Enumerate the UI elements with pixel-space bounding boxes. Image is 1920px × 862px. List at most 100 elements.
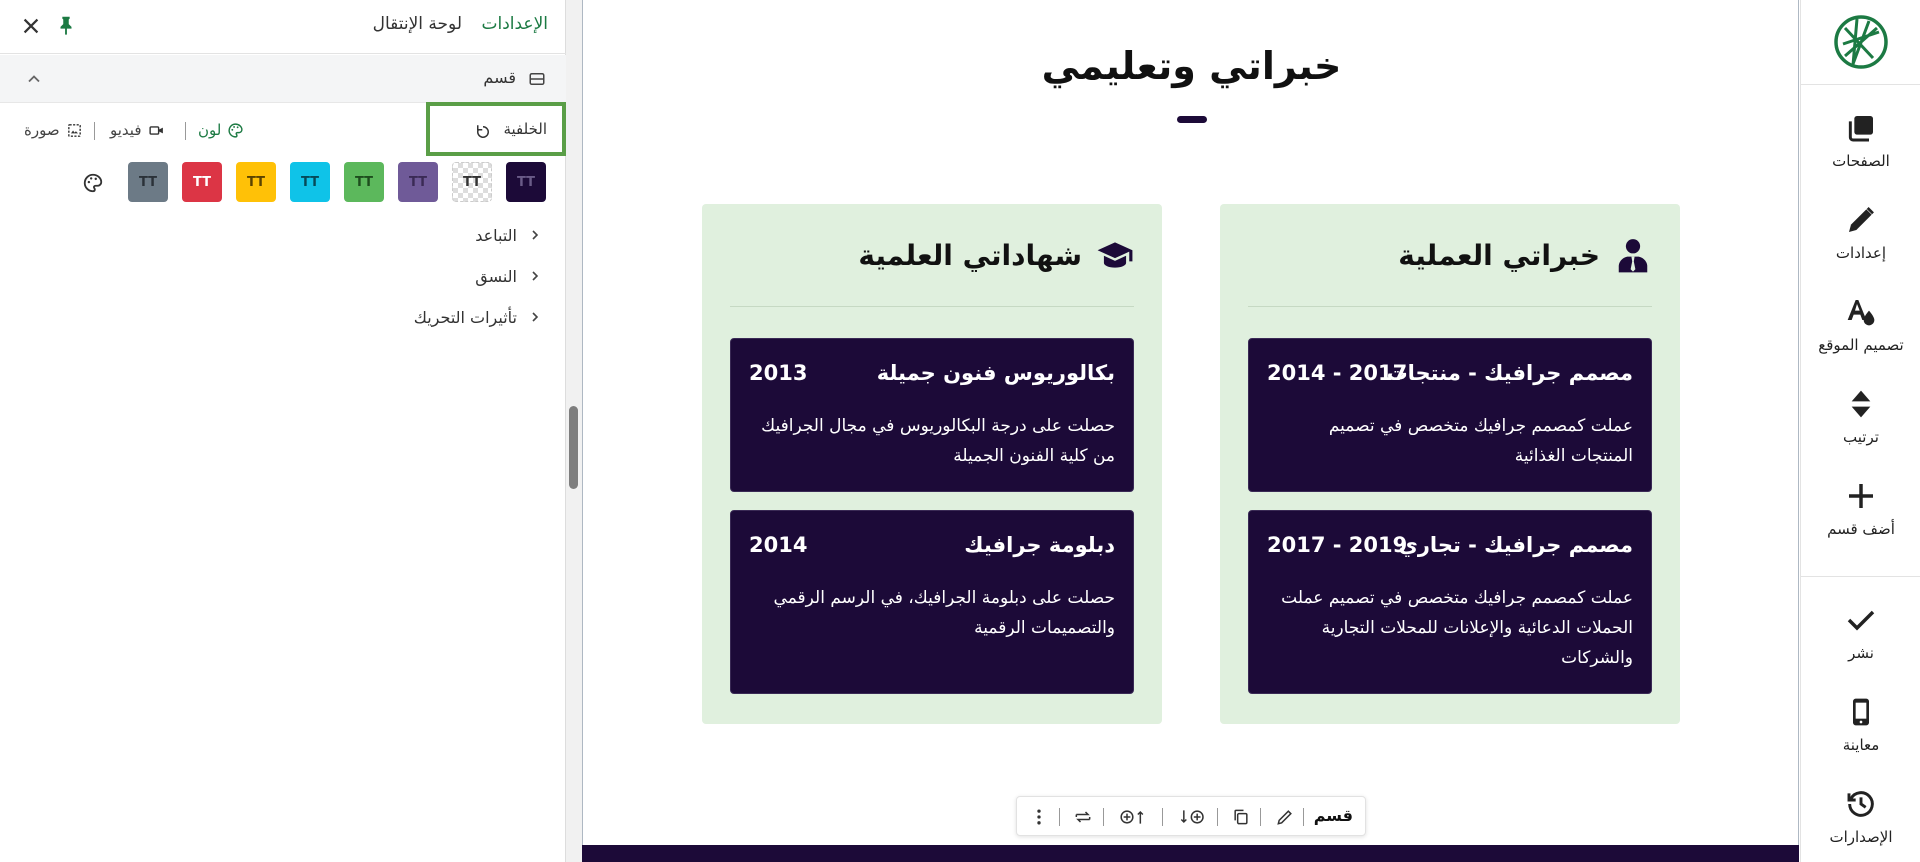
color-option-label: لون xyxy=(198,121,222,139)
sidebar-item-label: أضف قسم xyxy=(1827,520,1895,538)
card-title: مصمم جرافيك - تجاري xyxy=(1398,533,1633,557)
swatch-text: TT xyxy=(192,174,212,190)
page-title[interactable]: خبراتي وتعليمي xyxy=(583,44,1800,88)
swatch-transparent[interactable]: TT xyxy=(452,162,492,202)
title-underline xyxy=(1177,116,1207,123)
accordion-style[interactable]: النسق xyxy=(475,262,543,290)
experience-column[interactable]: خبراتي العملية مصمم جرافيك - منتجات 2017… xyxy=(1220,204,1680,724)
site-design-icon xyxy=(1847,300,1875,326)
image-option[interactable]: صورة xyxy=(24,121,83,139)
card-year: 2017 - 2014 xyxy=(1267,361,1408,385)
section-icon xyxy=(529,73,545,85)
swatch-green[interactable]: TT xyxy=(344,162,384,202)
graduation-cap-icon xyxy=(1097,242,1133,268)
card-title: دبلومة جرافيك xyxy=(964,533,1115,557)
check-icon xyxy=(1847,610,1875,631)
close-icon[interactable] xyxy=(20,15,42,37)
image-option-label: صورة xyxy=(24,121,60,139)
swatch-gray[interactable]: TT xyxy=(128,162,168,202)
sidebar-item-label: تصميم الموقع xyxy=(1818,336,1904,354)
section-header[interactable]: قسم xyxy=(0,55,566,103)
divider xyxy=(1162,808,1163,826)
swatch-red[interactable]: TT xyxy=(182,162,222,202)
add-above-icon[interactable] xyxy=(1117,807,1147,827)
accordion-style-label: النسق xyxy=(475,266,517,286)
tab-navigation[interactable]: لوحة الإنتقال xyxy=(373,14,462,34)
user-tie-icon xyxy=(1618,239,1648,273)
sidebar-item-label: ترتيب xyxy=(1843,428,1879,446)
video-icon xyxy=(148,125,163,135)
divider xyxy=(1248,306,1652,307)
pin-icon[interactable] xyxy=(55,14,77,36)
experience-card[interactable]: مصمم جرافيك - تجاري 2019 - 2017 عملت كمص… xyxy=(1248,510,1652,694)
card-description: حصلت على دبلومة الجرافيك، في الرسم الرقم… xyxy=(773,588,1115,638)
add-below-icon[interactable] xyxy=(1179,807,1207,827)
sidebar-item-pages[interactable]: الصفحات xyxy=(1801,112,1920,192)
sidebar-item-label: الإصدارات xyxy=(1829,828,1893,846)
tab-settings[interactable]: الإعدادات xyxy=(481,14,548,34)
card-year: 2013 xyxy=(749,361,808,385)
toolbar-section-label: قسم xyxy=(1313,806,1353,825)
education-heading: شهاداتي العلمية xyxy=(858,236,1134,274)
accordion-spacing[interactable]: التباعد xyxy=(475,221,543,249)
section-toolbar: قسم xyxy=(1016,796,1366,836)
color-option[interactable]: لون xyxy=(198,121,244,139)
divider xyxy=(1217,808,1218,826)
swatch-yellow[interactable]: TT xyxy=(236,162,276,202)
pages-icon xyxy=(1848,116,1873,142)
swap-icon[interactable] xyxy=(1073,807,1093,827)
swatch-text: TT xyxy=(354,174,374,190)
card-year: 2014 xyxy=(749,533,808,557)
education-card[interactable]: دبلومة جرافيك 2014 حصلت على دبلومة الجرا… xyxy=(730,510,1134,694)
reset-icon[interactable] xyxy=(474,123,492,141)
experience-heading-text: خبراتي العملية xyxy=(1398,238,1600,272)
panel-scrollbar-thumb[interactable] xyxy=(569,406,578,489)
sidebar-item-site-design[interactable]: تصميم الموقع xyxy=(1801,296,1920,376)
sidebar-item-settings[interactable]: إعدادات xyxy=(1801,204,1920,284)
swatch-text: TT xyxy=(462,174,482,190)
duplicate-icon[interactable] xyxy=(1231,807,1251,827)
card-description: حصلت على درجة البكالوريوس في مجال الجراف… xyxy=(761,416,1115,466)
section-title: قسم xyxy=(483,68,516,87)
experience-card[interactable]: مصمم جرافيك - منتجات 2017 - 2014 عملت كم… xyxy=(1248,338,1652,492)
experience-heading: خبراتي العملية xyxy=(1398,236,1652,274)
divider xyxy=(1303,808,1304,826)
image-icon xyxy=(67,123,81,137)
swatch-text: TT xyxy=(246,174,266,190)
swatch-cyan[interactable]: TT xyxy=(290,162,330,202)
sidebar-item-versions[interactable]: الإصدارات xyxy=(1801,788,1920,862)
custom-color-icon[interactable] xyxy=(82,172,104,194)
sidebar-item-preview[interactable]: معاينة xyxy=(1801,696,1920,776)
swatch-text: TT xyxy=(300,174,320,190)
card-description: عملت كمصمم جرافيك متخصص في تصميم المنتجا… xyxy=(1328,416,1633,466)
accordion-spacing-label: التباعد xyxy=(475,225,517,245)
pencil-icon xyxy=(1849,207,1874,232)
panel-header: الإعدادات لوحة الإنتقال xyxy=(0,0,566,54)
education-column[interactable]: شهاداتي العلمية بكالوريوس فنون جميلة 201… xyxy=(702,204,1162,724)
swatch-text: TT xyxy=(138,174,158,190)
sidebar-item-add-section[interactable]: أضف قسم xyxy=(1801,480,1920,560)
sidebar-item-reorder[interactable]: ترتيب xyxy=(1801,388,1920,468)
accordion-animations[interactable]: تأثيرات التحريك xyxy=(414,303,543,331)
swatch-dark[interactable]: TT xyxy=(506,162,546,202)
card-title: مصمم جرافيك - منتجات xyxy=(1386,361,1633,385)
edit-icon[interactable] xyxy=(1275,807,1295,827)
palette-icon xyxy=(228,122,243,138)
background-label: الخلفية xyxy=(503,120,547,138)
divider xyxy=(1103,808,1104,826)
sidebar-item-publish[interactable]: نشر xyxy=(1801,604,1920,684)
education-heading-text: شهاداتي العلمية xyxy=(858,238,1082,272)
chevron-right-icon xyxy=(532,312,539,322)
education-card[interactable]: بكالوريوس فنون جميلة 2013 حصلت على درجة … xyxy=(730,338,1134,492)
sidebar-item-label: الصفحات xyxy=(1832,152,1890,170)
more-options-icon[interactable] xyxy=(1029,807,1049,827)
video-option[interactable]: فيديو xyxy=(110,121,165,139)
plus-icon xyxy=(1849,484,1873,508)
divider xyxy=(1801,576,1920,577)
chevron-up-icon[interactable] xyxy=(24,69,44,89)
reorder-icon xyxy=(1851,390,1871,418)
main-sidebar: الصفحات إعدادات تصميم الموقع ترتيب أضف ق… xyxy=(1800,0,1920,862)
swatch-text: TT xyxy=(516,174,536,190)
swatch-purple[interactable]: TT xyxy=(398,162,438,202)
sidebar-item-label: نشر xyxy=(1848,644,1874,662)
